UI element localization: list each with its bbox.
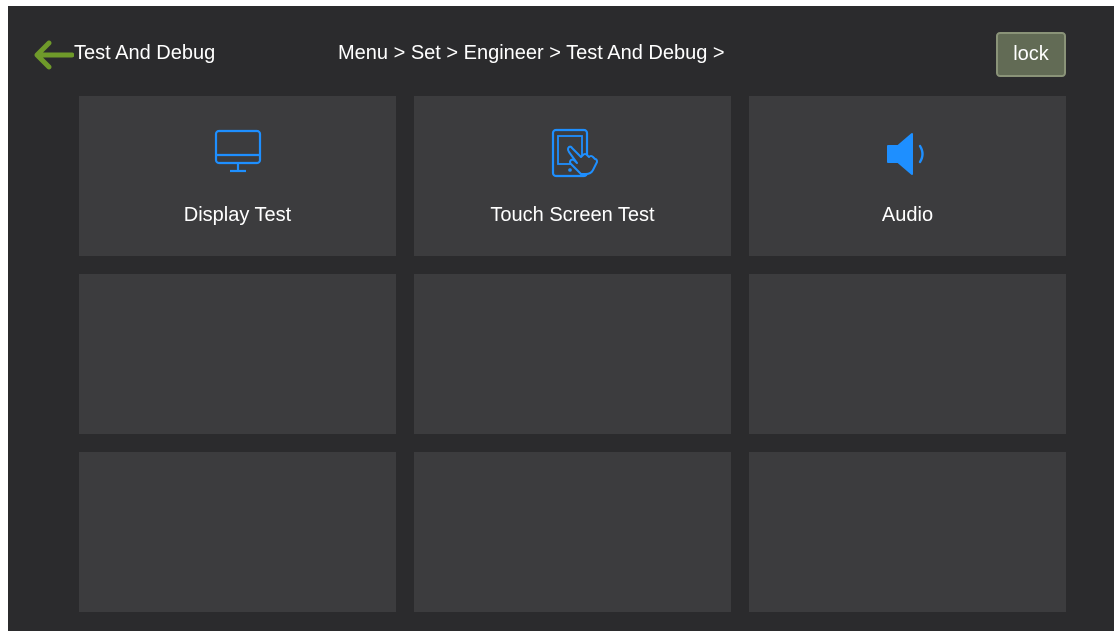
tile-empty[interactable] [414, 274, 731, 434]
tile-label: Audio [881, 204, 934, 226]
breadcrumb-item-test-and-debug[interactable]: Test And Debug > [566, 42, 724, 64]
test-menu-grid: Display Test Touch Screen Test Audio [79, 96, 1067, 612]
tile-empty[interactable] [79, 452, 396, 612]
breadcrumb-item-menu[interactable]: Menu > [338, 42, 405, 64]
lock-button[interactable]: lock [996, 32, 1066, 77]
tile-label: Touch Screen Test [490, 204, 655, 226]
page-title: Test And Debug [74, 42, 216, 64]
tile-label: Display Test [183, 204, 292, 226]
tile-empty[interactable] [749, 452, 1066, 612]
tile-empty[interactable] [414, 452, 731, 612]
breadcrumb-item-set[interactable]: Set > [411, 42, 458, 64]
tile-empty[interactable] [749, 274, 1066, 434]
back-button[interactable] [34, 40, 75, 70]
tile-audio[interactable]: Audio [749, 96, 1066, 256]
monitor-icon [210, 126, 266, 182]
arrow-left-icon [34, 40, 75, 70]
tile-empty[interactable] [79, 274, 396, 434]
tile-touch-screen-test[interactable]: Touch Screen Test [414, 96, 731, 256]
breadcrumb-item-engineer[interactable]: Engineer > [464, 42, 561, 64]
breadcrumb: Menu > Set > Engineer > Test And Debug > [338, 42, 725, 65]
screen: Test And Debug Menu > Set > Engineer > T… [8, 6, 1114, 631]
touch-tablet-icon [545, 126, 601, 182]
tile-display-test[interactable]: Display Test [79, 96, 396, 256]
top-bar: Test And Debug Menu > Set > Engineer > T… [8, 6, 1114, 90]
speaker-icon [880, 126, 936, 182]
